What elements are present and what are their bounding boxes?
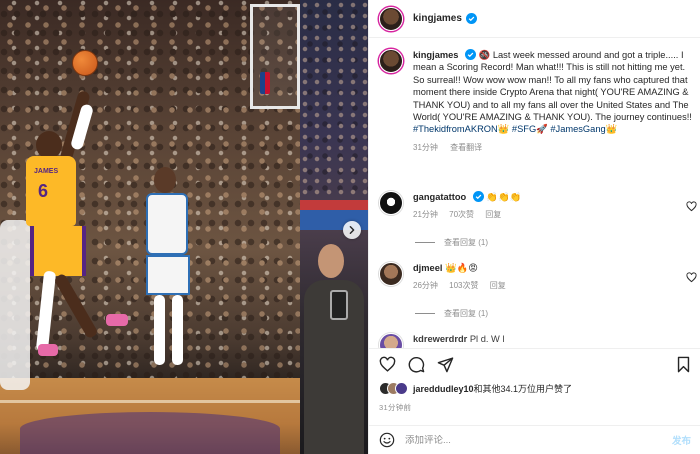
comment-likes[interactable]: 70次赞 — [449, 210, 474, 219]
comment-time: 21分钟 — [413, 210, 438, 219]
commenter-avatar[interactable] — [379, 262, 403, 286]
likes-summary: jareddudley10和其他34.1万位用户赞了 — [379, 382, 572, 395]
verified-badge-icon — [465, 13, 477, 24]
crown-emoji: 👑 — [497, 124, 510, 135]
comment-text: Pl d. W l — [469, 334, 505, 344]
backboard — [250, 4, 300, 109]
reply-button[interactable]: 回复 — [490, 281, 506, 290]
liked-by-user[interactable]: jareddudley10 — [413, 384, 474, 394]
comment-meta: 26分钟 103次赞 回复 — [413, 280, 683, 292]
commenter-username[interactable]: kdrewerdrdr — [413, 334, 467, 344]
player-defender — [140, 165, 200, 385]
post-timestamp: 31分钟前 — [379, 403, 412, 412]
commenter-avatar[interactable] — [379, 333, 403, 348]
rocket-emoji: 🚀 — [536, 124, 548, 135]
comment-input[interactable] — [405, 434, 645, 446]
court-paint — [20, 412, 280, 454]
caption-username[interactable]: kingjames — [413, 50, 458, 60]
post-comment-button[interactable]: 发布 — [672, 433, 691, 447]
see-translation-link[interactable]: 查看翻译 — [450, 143, 482, 152]
author-avatar[interactable] — [379, 6, 403, 31]
comment-text: 👏👏👏 — [486, 192, 522, 202]
post-media[interactable]: JAMES 6 — [0, 0, 368, 454]
author-avatar-small[interactable] — [379, 49, 403, 73]
comments-scroll[interactable]: kingjames 🚳 Last week messed around and … — [369, 38, 700, 348]
comment-likes[interactable]: 103次赞 — [449, 281, 478, 290]
caption-time: 31分钟 — [413, 142, 438, 152]
crown-emoji: 👑 — [605, 124, 618, 135]
post-panel: kingjames kingjames 🚳 Last week messed a… — [368, 0, 700, 454]
verified-badge-icon — [472, 191, 484, 202]
smiley-icon[interactable] — [379, 432, 395, 448]
commenter-avatar[interactable] — [379, 191, 403, 215]
bookmark-icon[interactable] — [675, 356, 692, 373]
heart-icon[interactable] — [379, 356, 396, 373]
commenter-username[interactable]: gangatattoo — [413, 192, 466, 202]
heart-icon[interactable] — [686, 201, 697, 212]
verified-badge-icon — [465, 49, 477, 60]
heart-icon[interactable] — [686, 272, 697, 283]
commenter-username[interactable]: djmeel — [413, 263, 442, 273]
view-replies-button[interactable]: 查看回复 (1) — [415, 308, 488, 319]
paper-plane-icon[interactable] — [437, 356, 454, 373]
liked-by-count[interactable]: 和其他34.1万位用户赞了 — [474, 384, 573, 394]
caption-text: 🚳 Last week messed around and got a trip… — [413, 50, 692, 123]
hashtag-link[interactable]: #SFG — [512, 124, 536, 134]
player-lakers-6: JAMES 6 — [20, 76, 128, 386]
post-header: kingjames — [369, 0, 700, 38]
view-replies-label: 查看回复 (1) — [444, 309, 488, 318]
carousel-next-button[interactable] — [343, 221, 361, 239]
comment-item: kdrewerdrdr Pl d. W l — [379, 333, 697, 348]
view-replies-button[interactable]: 查看回复 (1) — [415, 237, 488, 248]
hashtag-link[interactable]: #JamesGang — [550, 124, 605, 134]
photo-lebron-shot: JAMES 6 — [0, 0, 300, 454]
author-username[interactable]: kingjames — [413, 13, 462, 24]
liker-avatar — [395, 382, 408, 395]
hashtag-link[interactable]: #ThekidfromAKRON — [413, 124, 498, 134]
chevron-right-icon — [349, 226, 355, 234]
caption: kingjames 🚳 Last week messed around and … — [379, 49, 697, 154]
comment-time: 26分钟 — [413, 281, 438, 290]
action-bar — [369, 348, 700, 378]
basketball — [72, 50, 98, 76]
court-line — [0, 400, 300, 403]
comment-item: gangatattoo 👏👏👏 21分钟 70次赞 回复 — [379, 191, 697, 221]
caption-meta: 31分钟 查看翻译 — [413, 142, 695, 154]
comment-composer: 发布 — [369, 425, 700, 454]
comment-meta: 21分钟 70次赞 回复 — [413, 209, 683, 221]
comment-text: 👑🔥😡 — [445, 263, 478, 273]
view-replies-label: 查看回复 (1) — [444, 238, 488, 247]
nba-logo — [260, 72, 270, 94]
reply-button[interactable]: 回复 — [485, 210, 501, 219]
comment-item: djmeel 👑🔥😡 26分钟 103次赞 回复 — [379, 262, 697, 292]
phone-device — [330, 290, 348, 320]
comment-icon[interactable] — [408, 356, 425, 373]
